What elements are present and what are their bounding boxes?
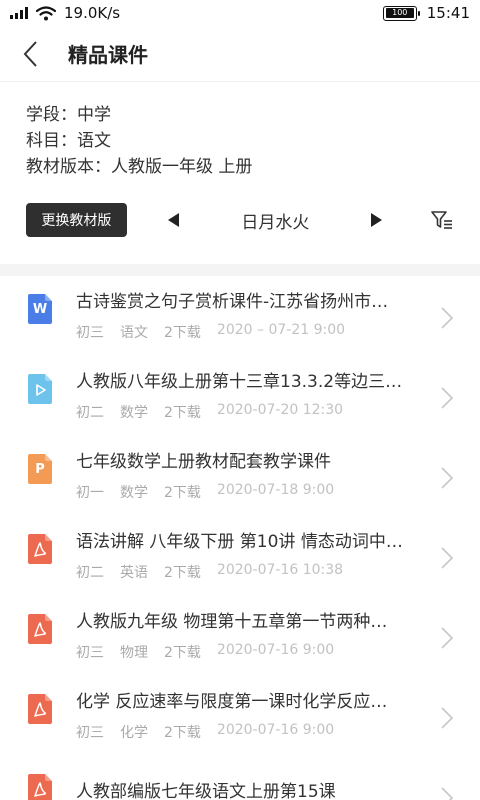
status-left: 19.0K/s <box>10 4 120 22</box>
signal-icon <box>10 7 28 19</box>
item-title: 人教部编版七年级语文上册第15课 <box>76 782 336 800</box>
item-subject: 英语 <box>120 565 148 581</box>
item-body: 化学 反应速率与限度第一课时化学反应… 初三 化学 2下载 2020-07-16… <box>76 690 480 742</box>
back-icon[interactable] <box>22 39 46 69</box>
edition-label: 教材版本：人教版一年级 上册 <box>26 157 253 177</box>
item-downloads: 2下载 <box>164 565 201 581</box>
textbook-info: 学段：中学 科目：语文 教材版本：人教版一年级 上册 更换教材版本 日月水火 <box>0 82 480 262</box>
video-file-icon <box>28 374 52 404</box>
pdf-file-icon <box>28 614 52 644</box>
item-body: 人教版八年级上册第十三章13.3.2等边三… 初二 数学 2下载 2020-07… <box>76 370 480 422</box>
change-edition-button[interactable]: 更换教材版本 <box>26 203 127 262</box>
item-title: 语法讲解 八年级下册 第10讲 情态动词中… <box>76 532 403 552</box>
item-downloads: 2下载 <box>164 325 201 341</box>
item-meta: 初二 英语 2下载 2020-07-16 10:38 <box>76 562 480 582</box>
item-meta: 初三 物理 2下载 2020-07-16 9:00 <box>76 642 480 662</box>
wifi-icon <box>36 5 56 20</box>
controls-row: 更换教材版本 日月水火 <box>26 202 454 262</box>
chevron-right-icon <box>440 466 454 490</box>
item-meta: 初三 语文 2下载 2020 – 07-21 9:00 <box>76 322 480 342</box>
pdf-file-icon <box>28 774 52 800</box>
item-grade: 初二 <box>76 565 104 581</box>
item-body: 人教版九年级 物理第十五章第一节两种… 初三 物理 2下载 2020-07-16… <box>76 610 480 662</box>
list-item[interactable]: 人教版九年级 物理第十五章第一节两种… 初三 物理 2下载 2020-07-16… <box>0 596 480 676</box>
chevron-right-icon <box>440 386 454 410</box>
item-meta: 初二 数学 2下载 2020-07-20 12:30 <box>76 402 480 422</box>
item-title: 七年级数学上册教材配套教学课件 <box>76 452 331 472</box>
stage-label: 学段：中学 <box>26 105 111 125</box>
list-item[interactable]: 人教部编版七年级语文上册第15课 <box>0 756 480 800</box>
list-item[interactable]: P 七年级数学上册教材配套教学课件 初一 数学 2下载 2020-07-18 9… <box>0 436 480 516</box>
item-grade: 初三 <box>76 645 104 661</box>
item-grade: 初一 <box>76 485 104 501</box>
item-subject: 化学 <box>120 725 148 741</box>
item-title: 化学 反应速率与限度第一课时化学反应… <box>76 692 388 712</box>
item-date: 2020-07-18 9:00 <box>216 482 335 498</box>
battery-level: 100 <box>385 8 414 18</box>
item-grade: 初三 <box>76 725 104 741</box>
page-title: 精品课件 <box>68 43 148 67</box>
item-subject: 语文 <box>120 325 148 341</box>
item-title: 人教版八年级上册第十三章13.3.2等边三… <box>76 372 403 392</box>
item-downloads: 2下载 <box>164 405 201 421</box>
item-body: 人教部编版七年级语文上册第15课 <box>76 780 480 800</box>
item-date: 2020-07-16 10:38 <box>216 562 344 578</box>
item-subject: 数学 <box>120 405 148 421</box>
item-date: 2020-07-20 12:30 <box>216 402 344 418</box>
chevron-right-icon <box>440 786 454 800</box>
pdf-file-icon <box>28 694 52 724</box>
status-bar: 19.0K/s 100 15:41 <box>0 0 480 26</box>
item-body: 古诗鉴赏之句子赏析课件-江苏省扬州市… 初三 语文 2下载 2020 – 07-… <box>76 290 480 342</box>
item-grade: 初三 <box>76 325 104 341</box>
week-label: 日月水火 <box>241 212 310 233</box>
item-subject: 数学 <box>120 485 148 501</box>
nav-bar: 精品课件 <box>0 26 480 82</box>
clock: 15:41 <box>426 4 470 22</box>
item-title: 古诗鉴赏之句子赏析课件-江苏省扬州市… <box>76 292 389 312</box>
pdf-file-icon <box>28 534 52 564</box>
item-meta: 初三 化学 2下载 2020-07-16 9:00 <box>76 722 480 742</box>
list-item[interactable]: W 古诗鉴赏之句子赏析课件-江苏省扬州市… 初三 语文 2下载 2020 – 0… <box>0 276 480 356</box>
prev-arrow-icon[interactable] <box>165 210 184 230</box>
item-date: 2020-07-16 9:00 <box>216 722 335 738</box>
item-meta: 初一 数学 2下载 2020-07-18 9:00 <box>76 482 480 502</box>
item-grade: 初二 <box>76 405 104 421</box>
list-item[interactable]: 化学 反应速率与限度第一课时化学反应… 初三 化学 2下载 2020-07-16… <box>0 676 480 756</box>
item-body: 七年级数学上册教材配套教学课件 初一 数学 2下载 2020-07-18 9:0… <box>76 450 480 502</box>
chevron-right-icon <box>440 706 454 730</box>
next-arrow-icon[interactable] <box>367 210 386 230</box>
item-downloads: 2下载 <box>164 485 201 501</box>
network-speed: 19.0K/s <box>64 4 121 22</box>
item-date: 2020 – 07-21 9:00 <box>216 322 346 338</box>
item-downloads: 2下载 <box>164 725 201 741</box>
file-type-letter: W <box>32 302 48 317</box>
subject-label: 科目：语文 <box>26 131 111 151</box>
item-date: 2020-07-16 9:00 <box>216 642 335 658</box>
file-type-letter: P <box>35 462 45 477</box>
courseware-list: W 古诗鉴赏之句子赏析课件-江苏省扬州市… 初三 语文 2下载 2020 – 0… <box>0 276 480 800</box>
list-item[interactable]: 语法讲解 八年级下册 第10讲 情态动词中… 初二 英语 2下载 2020-07… <box>0 516 480 596</box>
chevron-right-icon <box>440 546 454 570</box>
ppt-file-icon: P <box>28 454 52 484</box>
item-downloads: 2下载 <box>164 645 201 661</box>
status-right: 100 15:41 <box>382 4 470 22</box>
chevron-right-icon <box>440 306 454 330</box>
filter-icon[interactable] <box>430 208 454 232</box>
word-file-icon: W <box>28 294 52 324</box>
list-item[interactable]: 人教版八年级上册第十三章13.3.2等边三… 初二 数学 2下载 2020-07… <box>0 356 480 436</box>
chevron-right-icon <box>440 626 454 650</box>
battery-icon: 100 <box>382 5 420 21</box>
item-title: 人教版九年级 物理第十五章第一节两种… <box>76 612 388 632</box>
item-subject: 物理 <box>120 645 148 661</box>
item-body: 语法讲解 八年级下册 第10讲 情态动词中… 初二 英语 2下载 2020-07… <box>76 530 480 582</box>
